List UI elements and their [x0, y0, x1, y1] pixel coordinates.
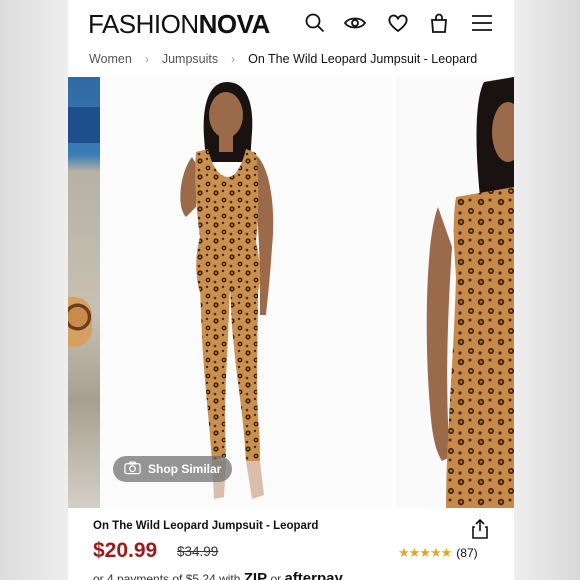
next-product-image[interactable]	[396, 77, 514, 508]
installments-info: or 4 payments of $5.24 with ZIP or after…	[93, 570, 343, 580]
breadcrumb-women[interactable]: Women	[89, 52, 132, 66]
model-closeup-illustration	[426, 77, 514, 508]
product-price: $20.99	[93, 539, 158, 562]
leopard-fabric-graphic	[68, 297, 92, 347]
main-product-image[interactable]: Shop Similar	[100, 77, 392, 508]
site-logo[interactable]: FASHIONNOVA	[88, 9, 270, 40]
bag-icon[interactable]	[426, 10, 452, 36]
breadcrumb-jumpsuits[interactable]: Jumpsuits	[162, 52, 218, 66]
previous-product-image[interactable]	[68, 77, 100, 508]
product-gallery[interactable]: Shop Similar	[68, 77, 514, 508]
afterpay-logo[interactable]: afterpay	[284, 570, 342, 580]
original-price: $34.99	[177, 544, 219, 559]
chevron-right-icon: ›	[144, 52, 149, 66]
installments-or: or	[270, 572, 282, 580]
shop-similar-button[interactable]: Shop Similar	[113, 456, 233, 482]
search-icon[interactable]	[302, 10, 328, 36]
shop-similar-label: Shop Similar	[148, 462, 222, 476]
menu-icon[interactable]	[468, 10, 496, 36]
breadcrumb: Women › Jumpsuits › On The Wild Leopard …	[89, 52, 477, 66]
eye-icon[interactable]	[342, 10, 368, 36]
review-count[interactable]: (87)	[456, 546, 477, 560]
sign-graphic	[68, 107, 100, 143]
model-illustration	[180, 82, 274, 499]
background-right	[514, 0, 580, 580]
chevron-right-icon: ›	[231, 52, 236, 66]
installments-text: or 4 payments of $5.24 with	[93, 572, 241, 580]
share-icon[interactable]	[470, 518, 490, 540]
site-header: FASHIONNOVA	[68, 0, 514, 46]
product-page: FASHIONNOVA Women › Jumpsuits › On The W…	[68, 0, 514, 580]
heart-icon[interactable]	[385, 10, 411, 36]
zip-logo[interactable]: ZIP	[244, 570, 267, 580]
product-name: On The Wild Leopard Jumpsuit - Leopard	[93, 520, 319, 532]
star-rating-icon: ★★★★★	[398, 545, 452, 560]
breadcrumb-current: On The Wild Leopard Jumpsuit - Leopard	[248, 52, 478, 66]
camera-icon	[124, 461, 141, 478]
rating[interactable]: ★★★★★ (87)	[398, 545, 478, 561]
background-left	[0, 0, 68, 580]
